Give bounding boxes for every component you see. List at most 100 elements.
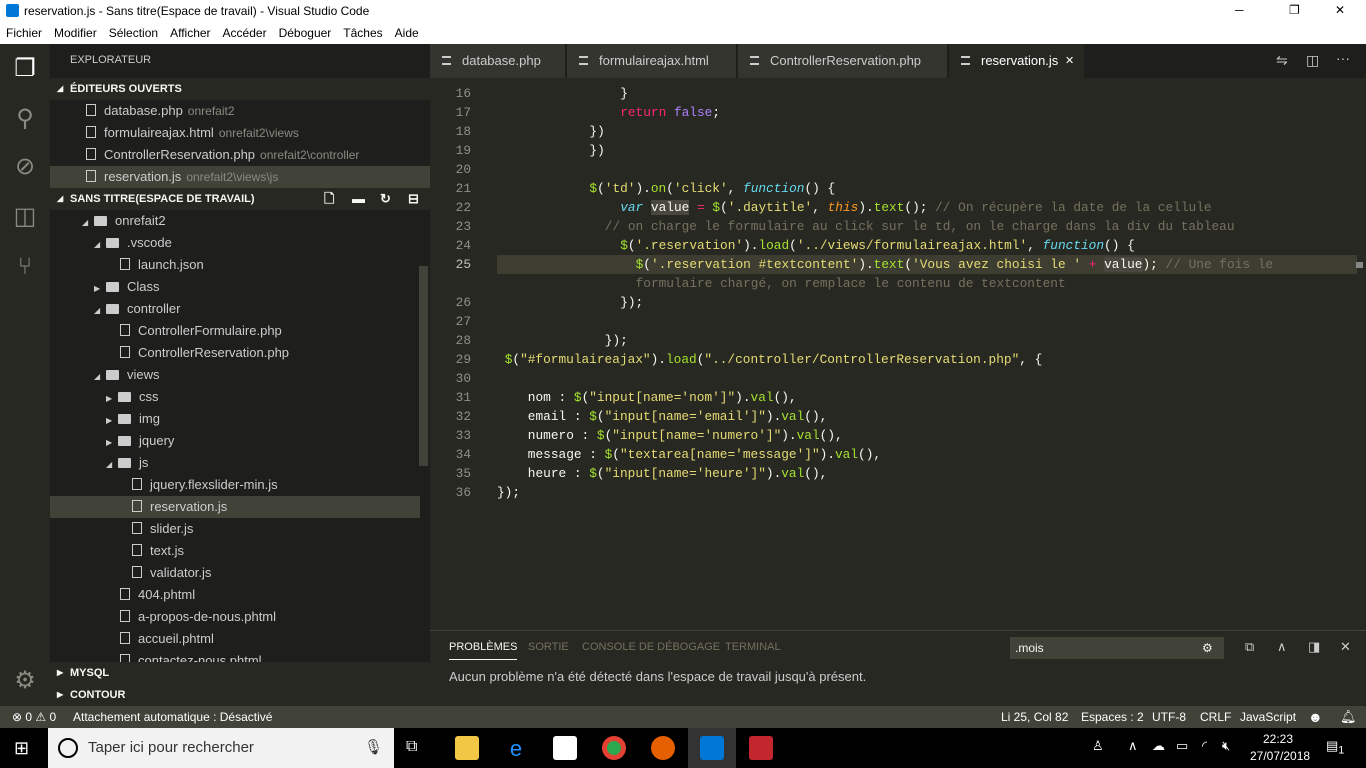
tree-file[interactable]: ControllerFormulaire.php [50, 320, 420, 342]
people-icon[interactable]: ♙ [1092, 738, 1104, 754]
panel-tab-output[interactable]: SORTIE [528, 641, 569, 653]
menu-aide[interactable]: Aide [395, 22, 419, 44]
panel-tab-problems[interactable]: PROBLÈMES [449, 641, 518, 660]
menu-afficher[interactable]: Afficher [170, 22, 210, 44]
microphone-icon[interactable]: 🎙︎ [364, 728, 383, 768]
clock-date[interactable]: 27/07/2018 [1250, 749, 1310, 763]
tab-database-php[interactable]: database.php [430, 44, 566, 78]
sidebar-scrollbar[interactable] [419, 266, 428, 466]
app-icon[interactable] [749, 736, 773, 760]
encoding-status[interactable]: UTF-8 [1152, 706, 1186, 728]
menu-selection[interactable]: Sélection [109, 22, 158, 44]
open-editor-item[interactable]: reservation.js onrefait2\views\js [50, 166, 430, 188]
debug-icon[interactable]: ⊘ [10, 152, 40, 182]
workspace-header[interactable]: ◢ SANS TITRE(ESPACE DE TRAVAIL) 🗋 ▬ ↻ ⊟ [50, 188, 430, 210]
code-line[interactable]: email : $("input[name='email']").val(), [528, 407, 828, 426]
tree-file[interactable]: 404.phtml [50, 584, 420, 606]
menu-taches[interactable]: Tâches [343, 22, 382, 44]
code-line[interactable]: }) [589, 122, 604, 141]
minimap-scroll-marker[interactable] [1356, 262, 1363, 268]
tree-folder[interactable]: ◢ .vscode [50, 232, 420, 254]
tab-reservation-js[interactable]: reservation.js ✕ [949, 44, 1085, 78]
tree-file[interactable]: accueil.phtml [50, 628, 420, 650]
open-editors-header[interactable]: ◢ ÉDITEURS OUVERTS [50, 78, 430, 100]
menu-deboguer[interactable]: Déboguer [279, 22, 332, 44]
code-line[interactable]: heure : $("input[name='heure']").val(), [528, 464, 828, 483]
maximize-button[interactable]: ❐ [1289, 3, 1300, 17]
edge-icon[interactable]: e [504, 736, 528, 761]
code-line[interactable]: var value = $('.daytitle', this).text();… [620, 198, 1212, 217]
tree-folder[interactable]: ▶ Class [50, 276, 420, 298]
task-view-icon[interactable]: ⧉ [406, 738, 417, 756]
tree-file[interactable]: reservation.js [50, 496, 420, 518]
cursor-position[interactable]: Li 25, Col 82 [1001, 706, 1068, 728]
tree-file[interactable]: validator.js [50, 562, 420, 584]
chrome-icon[interactable] [602, 736, 626, 760]
firefox-icon[interactable] [651, 736, 675, 760]
code-line[interactable]: nom : $("input[name='nom']").val(), [528, 388, 797, 407]
panel-tab-debug-console[interactable]: CONSOLE DE DÉBOGAGE [582, 641, 720, 653]
mysql-section[interactable]: ▶ MYSQL [50, 662, 430, 684]
outline-section[interactable]: ▶ CONTOUR [50, 684, 430, 706]
file-explorer-icon[interactable] [455, 736, 479, 760]
battery-icon[interactable]: ▭ [1176, 738, 1188, 754]
tab-formulaireajax-html[interactable]: formulaireajax.html [567, 44, 737, 78]
open-changes-icon[interactable]: ⇋ [1276, 52, 1288, 69]
maximize-panel-icon[interactable]: ∧ [1277, 639, 1287, 655]
wifi-icon[interactable]: ◜ [1202, 738, 1207, 754]
code-line[interactable]: return false; [620, 103, 720, 122]
tree-file[interactable]: a-propos-de-nous.phtml [50, 606, 420, 628]
problems-status[interactable]: ⊗ 0 ⚠ 0 [12, 706, 56, 728]
close-tab-icon[interactable]: ✕ [1065, 44, 1074, 78]
open-editor-item[interactable]: formulaireajax.html onrefait2\views [50, 122, 430, 144]
code-line[interactable]: }); [605, 331, 628, 350]
refresh-icon[interactable]: ↻ [380, 188, 391, 210]
tree-file[interactable]: jquery.flexslider-min.js [50, 474, 420, 496]
auto-attach-status[interactable]: Attachement automatique : Désactivé [73, 706, 272, 728]
explorer-icon[interactable]: ❐ [10, 54, 40, 84]
volume-muted-icon[interactable]: 🔇︎ [1222, 738, 1230, 754]
settings-gear-icon[interactable]: ⚙ [10, 666, 40, 696]
show-hidden-icons[interactable]: ∧ [1128, 738, 1138, 754]
close-panel-icon[interactable]: ✕ [1340, 639, 1351, 655]
new-file-icon[interactable]: 🗋 [324, 188, 334, 210]
panel-tab-terminal[interactable]: TERMINAL [725, 641, 781, 653]
tree-folder[interactable]: ◢ views [50, 364, 420, 386]
menu-modifier[interactable]: Modifier [54, 22, 97, 44]
extensions-icon[interactable]: ◫ [10, 202, 40, 232]
taskbar-search-box[interactable]: Taper ici pour rechercher 🎙︎ [48, 728, 394, 768]
windows-start-icon[interactable]: ⊞ [14, 738, 29, 759]
tree-folder[interactable]: ▶ css [50, 386, 420, 408]
search-icon[interactable]: ⚲ [10, 104, 40, 134]
tree-folder[interactable]: ◢ js [50, 452, 420, 474]
tree-folder[interactable]: ▶ img [50, 408, 420, 430]
problems-filter-input[interactable]: .mois ⚙ [1010, 637, 1224, 659]
feedback-smiley-icon[interactable]: ☻ [1308, 706, 1323, 728]
source-control-icon[interactable]: ⑂ [10, 252, 40, 282]
toggle-panel-icon[interactable]: ◨ [1308, 639, 1320, 655]
code-line[interactable]: message : $("textarea[name='message']").… [528, 445, 881, 464]
close-window-button[interactable]: ✕ [1335, 3, 1345, 17]
clock-time[interactable]: 22:23 [1263, 732, 1293, 746]
code-line[interactable]: numero : $("input[name='numero']").val()… [528, 426, 843, 445]
store-icon[interactable] [553, 736, 577, 760]
menu-acceder[interactable]: Accéder [223, 22, 267, 44]
tree-file[interactable]: text.js [50, 540, 420, 562]
tree-folder[interactable]: ◢ onrefait2 [50, 210, 420, 232]
collapse-all-icon[interactable]: ⊟ [408, 188, 419, 210]
tree-folder[interactable]: ◢ controller [50, 298, 420, 320]
action-center-icon[interactable]: ▤1 [1326, 738, 1344, 757]
tree-folder[interactable]: ▶ jquery [50, 430, 420, 452]
code-line[interactable]: $("#formulaireajax").load("../controller… [505, 350, 1043, 369]
tab-controllerreservation-php[interactable]: ControllerReservation.php [738, 44, 948, 78]
filter-settings-icon[interactable]: ⚙ [1202, 637, 1213, 659]
code-line[interactable]: } [620, 84, 628, 103]
split-editor-icon[interactable]: ◫ [1306, 52, 1319, 69]
code-line[interactable]: $('td').on('click', function() { [589, 179, 835, 198]
eol-status[interactable]: CRLF [1200, 706, 1231, 728]
notifications-bell-icon[interactable]: 🔔︎ [1340, 706, 1357, 728]
code-line[interactable]: }) [589, 141, 604, 160]
minimize-button[interactable]: ─ [1235, 3, 1244, 17]
menu-fichier[interactable]: Fichier [6, 22, 42, 44]
code-line[interactable]: }); [620, 293, 643, 312]
